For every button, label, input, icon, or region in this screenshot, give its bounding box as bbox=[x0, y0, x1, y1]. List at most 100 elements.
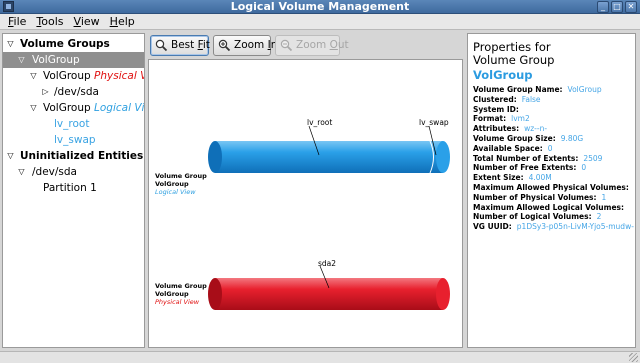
sda2-tag[interactable]: sda2 bbox=[318, 259, 336, 268]
property-key: Extent Size: bbox=[473, 173, 524, 183]
property-value: 9.80G bbox=[560, 134, 584, 143]
tree-physical-view[interactable]: ▽ VolGroup Physical View bbox=[3, 68, 144, 84]
tree-lv-swap[interactable]: lv_swap bbox=[3, 132, 144, 148]
menu-help-mnemonic: H bbox=[109, 14, 118, 28]
heading-line: Volume Group bbox=[473, 53, 555, 67]
caption-line: VolGroup bbox=[155, 290, 189, 298]
caption-line: Volume Group bbox=[155, 172, 207, 180]
property-value: False bbox=[521, 94, 541, 104]
zoom-out-button[interactable]: Zoom Out bbox=[275, 35, 349, 56]
view-area: Best Fit Zoom In Zoom Out bbox=[148, 33, 463, 348]
volume-tree-panel[interactable]: ▽ Volume Groups ▽ VolGroup ▽ VolGroup Ph… bbox=[2, 33, 145, 348]
property-key: Maximum Allowed Physical Volumes: bbox=[473, 183, 629, 192]
property-row: Volume Group Name: VolGroup bbox=[473, 85, 602, 94]
volume-canvas[interactable]: Volume Group VolGroup Logical View Volum… bbox=[148, 59, 463, 348]
property-value: lvm2 bbox=[511, 114, 530, 124]
property-key: Format: bbox=[473, 114, 507, 124]
expander-down-icon[interactable]: ▽ bbox=[17, 164, 26, 180]
property-row: Clustered: False bbox=[473, 95, 541, 104]
window-title: Logical Volume Management bbox=[230, 0, 410, 13]
menu-file-label: ile bbox=[13, 14, 27, 28]
property-row: Available Space: 0 bbox=[473, 144, 552, 153]
property-key: Volume Group Name: bbox=[473, 85, 563, 94]
best-fit-button[interactable]: Best Fit bbox=[150, 35, 210, 56]
expander-right-icon[interactable]: ▷ bbox=[41, 84, 50, 100]
close-icon[interactable]: ✕ bbox=[625, 1, 637, 13]
zoom-in-label: Zoom bbox=[234, 39, 268, 51]
menu-view-mnemonic: V bbox=[73, 14, 81, 28]
property-value: 1 bbox=[601, 192, 607, 202]
property-row: Number of Logical Volumes: 2 bbox=[473, 212, 601, 221]
zoom-out-icon bbox=[280, 39, 293, 52]
expander-down-icon[interactable]: ▽ bbox=[17, 52, 26, 68]
tree-dev-sda[interactable]: ▷ /dev/sda bbox=[3, 84, 144, 100]
lv-root-tag[interactable]: lv_root bbox=[307, 118, 332, 127]
property-key: Number of Logical Volumes: bbox=[473, 212, 592, 222]
property-value: 0 bbox=[547, 143, 553, 153]
property-key: Number of Physical Volumes: bbox=[473, 192, 597, 202]
zoom-in-icon bbox=[218, 39, 231, 52]
expander-down-icon[interactable]: ▽ bbox=[29, 68, 38, 84]
menu-file[interactable]: File bbox=[3, 15, 31, 29]
expander-down-icon[interactable]: ▽ bbox=[6, 36, 15, 52]
property-value: 2 bbox=[596, 212, 602, 222]
menu-view[interactable]: View bbox=[69, 15, 105, 29]
zoom-out-mnemonic: O bbox=[329, 39, 338, 51]
zoom-in-button[interactable]: Zoom In bbox=[213, 35, 277, 56]
menu-tools-label: ools bbox=[41, 14, 64, 28]
properties-panel: Properties for Volume Group VolGroup Vol… bbox=[467, 33, 636, 348]
property-row: Total Number of Extents: 2509 bbox=[473, 154, 602, 163]
menu-view-label: iew bbox=[80, 14, 100, 28]
resize-grip-icon[interactable] bbox=[629, 353, 638, 362]
property-value: 2509 bbox=[583, 153, 603, 163]
property-value: 4.00M bbox=[528, 173, 552, 183]
minimize-icon[interactable]: _ bbox=[597, 1, 609, 13]
zoom-out-label: Zoom bbox=[296, 39, 330, 51]
property-key: Maximum Allowed Logical Volumes: bbox=[473, 202, 624, 212]
expander-down-icon[interactable]: ▽ bbox=[6, 148, 15, 164]
property-row: Number of Physical Volumes: 1 bbox=[473, 193, 606, 202]
best-fit-label-end: it bbox=[202, 39, 210, 51]
tree-partition-1[interactable]: Partition 1 bbox=[3, 180, 144, 196]
property-row: Volume Group Size: 9.80G bbox=[473, 134, 583, 143]
caption-line: VolGroup bbox=[155, 180, 189, 188]
property-row: VG UUID: p1DSy3-p05n-LivM-Yjo5-mudw- bbox=[473, 222, 634, 231]
property-row: Attributes: wz--n- bbox=[473, 124, 547, 133]
property-row: Maximum Allowed Logical Volumes: bbox=[473, 203, 629, 212]
tree-label: VolGroup bbox=[43, 102, 91, 114]
tree-label: Uninitialized Entities bbox=[20, 150, 144, 162]
tree-uninitialized[interactable]: ▽ Uninitialized Entities bbox=[3, 148, 144, 164]
property-key: Clustered: bbox=[473, 94, 517, 104]
property-key: Volume Group Size: bbox=[473, 134, 556, 143]
property-row: Extent Size: 4.00M bbox=[473, 173, 552, 182]
property-key: Attributes: bbox=[473, 124, 520, 134]
physical-volume-cylinder[interactable] bbox=[208, 278, 450, 310]
lv-swap-tag[interactable]: lv_swap bbox=[419, 118, 449, 127]
property-value: 0 bbox=[581, 163, 587, 173]
main-content: ▽ Volume Groups ▽ VolGroup ▽ VolGroup Ph… bbox=[0, 30, 640, 351]
property-key: VG UUID: bbox=[473, 222, 512, 232]
zoom-out-label-end: ut bbox=[337, 39, 349, 51]
properties-heading: Properties for Volume Group bbox=[473, 41, 554, 67]
best-fit-label: Best bbox=[171, 39, 198, 51]
tree-label: lv_root bbox=[54, 118, 90, 130]
tree-volume-groups[interactable]: ▽ Volume Groups bbox=[3, 36, 144, 52]
logical-volume-cylinder[interactable] bbox=[208, 140, 450, 174]
expander-down-icon[interactable]: ▽ bbox=[29, 100, 38, 116]
tree-uninit-dev-sda[interactable]: ▽ /dev/sda bbox=[3, 164, 144, 180]
logical-view-caption: Volume Group VolGroup Logical View bbox=[155, 172, 207, 196]
menu-help[interactable]: Help bbox=[105, 15, 140, 29]
property-key: System ID: bbox=[473, 104, 519, 114]
status-bar bbox=[0, 351, 640, 363]
property-key: Number of Free Extents: bbox=[473, 163, 577, 173]
tree-volgroup[interactable]: ▽ VolGroup bbox=[3, 52, 144, 68]
caption-line: Volume Group bbox=[155, 282, 207, 290]
physical-view-label: Physical View bbox=[94, 70, 144, 82]
tree-logical-view[interactable]: ▽ VolGroup Logical View bbox=[3, 100, 144, 116]
tree-lv-root[interactable]: lv_root bbox=[3, 116, 144, 132]
menu-tools[interactable]: Tools bbox=[31, 15, 68, 29]
property-key: Total Number of Extents: bbox=[473, 153, 579, 163]
caption-view-name: Logical View bbox=[155, 188, 196, 196]
maximize-icon[interactable]: □ bbox=[611, 1, 623, 13]
tree-label: lv_swap bbox=[54, 134, 96, 146]
